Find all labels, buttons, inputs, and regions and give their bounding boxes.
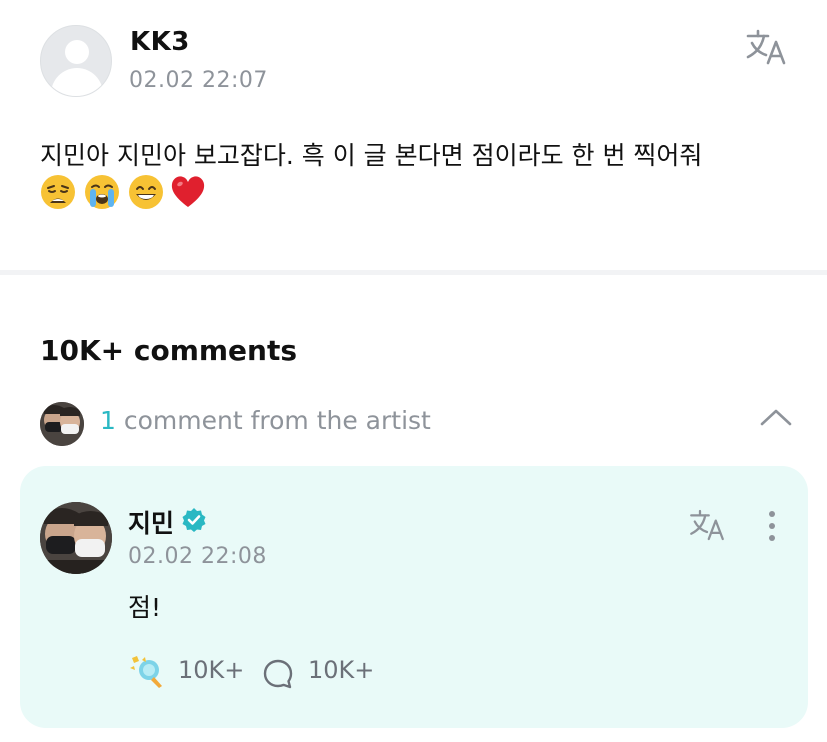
author-avatar[interactable] (40, 25, 112, 97)
avatar-shoulders-shape (51, 68, 103, 96)
comment-text: 점! (128, 593, 162, 622)
artist-photo-icon (40, 502, 112, 574)
verified-badge-icon (182, 508, 206, 532)
comment-author-name[interactable]: 지민 (128, 504, 174, 540)
artist-comments-toggle[interactable]: 1 comment from the artist (40, 398, 800, 446)
post-author-name[interactable]: KK3 (130, 27, 190, 57)
comments-count-heading: 10K+ comments (40, 334, 298, 367)
post: KK3 02.02 22:07 지민아 지민아 보고잡다. 흑 이 글 본다면 … (0, 0, 827, 272)
post-text: 지민아 지민아 보고잡다. 흑 이 글 본다면 점이라도 한 번 찍어줘 (40, 141, 703, 170)
weary-face-icon (41, 175, 75, 209)
translate-icon[interactable] (686, 506, 728, 544)
artist-comment-summary: 1 comment from the artist (100, 406, 431, 435)
artist-photo-icon (40, 402, 84, 446)
translate-icon[interactable] (742, 26, 790, 68)
loudly-crying-face-icon (85, 175, 119, 209)
red-heart-icon (171, 176, 205, 207)
replies-count: 10K+ (308, 656, 375, 684)
section-divider (0, 270, 827, 275)
more-vertical-icon[interactable] (760, 508, 784, 544)
avatar-head-shape (65, 40, 89, 64)
artist-comment-count: 1 (100, 406, 116, 435)
artist-comment-label: comment from the artist (115, 406, 431, 435)
artist-comment-card: 지민 02.02 22:08 점! 10K+ 10K+ (20, 466, 808, 728)
reply-bubble-icon[interactable] (262, 658, 294, 690)
likes-count: 10K+ (178, 656, 245, 684)
grinning-face-icon (129, 175, 163, 209)
artist-avatar-small (40, 402, 84, 446)
post-timestamp: 02.02 22:07 (129, 68, 268, 93)
chevron-up-icon[interactable] (758, 406, 794, 430)
artist-avatar[interactable] (40, 502, 112, 574)
comment-timestamp: 02.02 22:08 (128, 544, 267, 569)
lightstick-icon[interactable] (128, 654, 166, 690)
